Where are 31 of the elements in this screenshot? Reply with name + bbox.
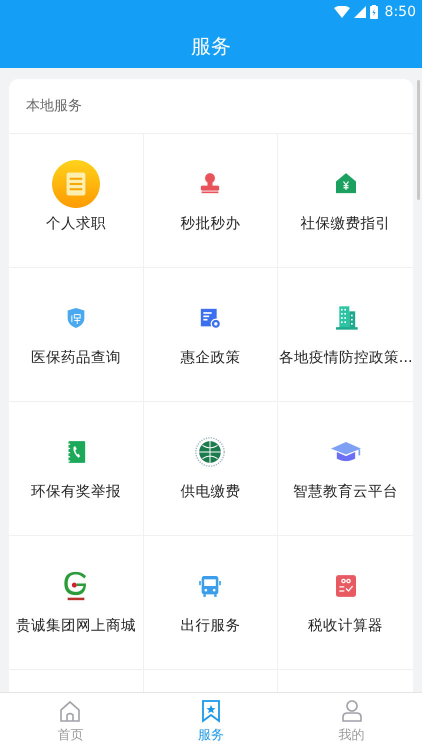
service-tile[interactable]: 出行服务	[144, 536, 278, 670]
service-label: 秒批秒办	[180, 215, 240, 233]
signal-icon	[354, 6, 366, 18]
service-label: 智慧教育云平台	[293, 482, 398, 501]
status-time: 8:50	[384, 4, 416, 20]
wifi-icon	[334, 6, 350, 18]
service-label: 供电缴费	[180, 483, 240, 501]
service-tile[interactable]: 供电缴费	[144, 402, 278, 536]
service-tile[interactable]: 惠企政策	[144, 268, 278, 402]
resume-icon	[50, 159, 101, 209]
service-tile[interactable]: 秒批秒办	[144, 134, 278, 268]
service-label: 贵诚集团网上商城	[16, 616, 136, 635]
service-tile[interactable]: 医保药品查询	[9, 268, 144, 402]
service-label: 出行服务	[180, 617, 240, 635]
service-tile[interactable]: 税收计算器	[278, 536, 413, 670]
service-label: 惠企政策	[180, 349, 240, 367]
service-label: 个人求职	[46, 215, 106, 233]
service-label: 税收计算器	[308, 617, 384, 635]
service-label: 各地疫情防控政策...	[278, 349, 413, 367]
service-tile[interactable]: 智慧教育云平台	[278, 402, 413, 536]
service-label: 医保药品查询	[30, 349, 121, 367]
section-title: 本地服务	[26, 97, 82, 115]
battery-icon	[370, 5, 378, 19]
service-tile[interactable]: 贵诚集团网上商城	[9, 536, 144, 670]
service-tile[interactable]: 各地疫情防控政策...	[278, 268, 413, 402]
service-tile[interactable]: 社保缴费指引	[278, 134, 413, 268]
service-tile[interactable]: 个人求职	[9, 134, 144, 268]
service-label: 环保有奖举报	[30, 482, 121, 501]
service-tile[interactable]: 环保有奖举报	[9, 402, 144, 536]
service-label: 社保缴费指引	[300, 215, 391, 233]
page-title: 服务	[191, 32, 231, 60]
